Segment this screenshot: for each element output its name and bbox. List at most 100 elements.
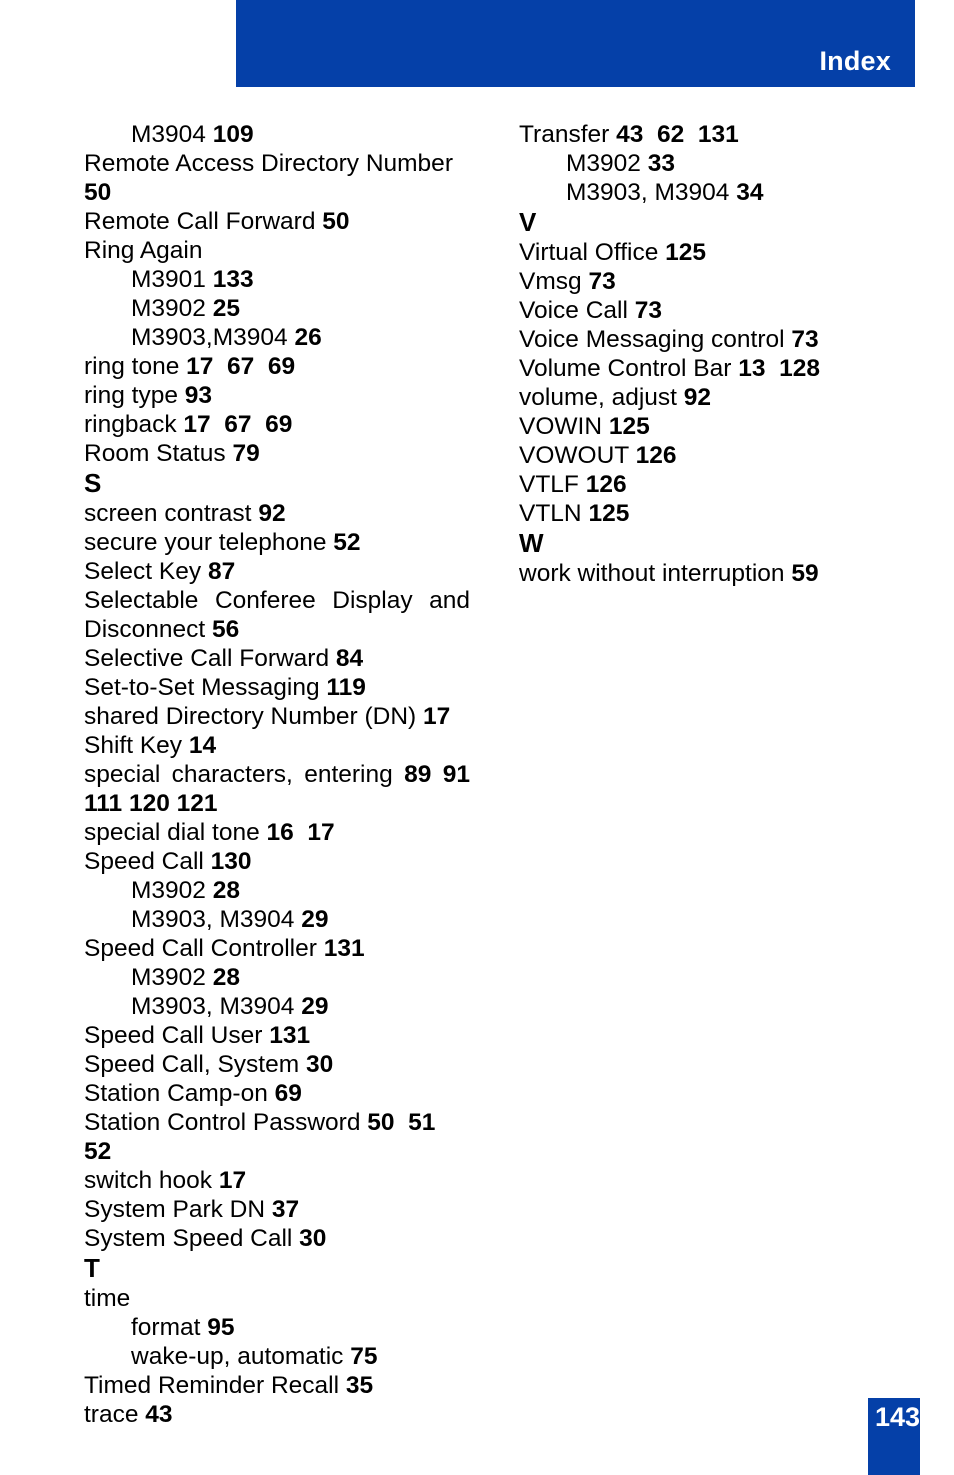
index-entry: VOWIN 125 <box>519 412 905 441</box>
index-subentry: M3903, M3904 29 <box>84 992 470 1021</box>
index-entry-label: ring type <box>84 382 185 409</box>
index-entry: Vmsg 73 <box>519 267 905 296</box>
index-entry-pages: 119 <box>326 674 366 701</box>
index-entry-label: work without interruption <box>519 560 792 587</box>
index-subentry: M3902 28 <box>84 876 470 905</box>
index-entry-pages: 43 <box>145 1401 173 1428</box>
index-entry-pages: 92 <box>258 500 286 527</box>
index-entry: Remote Access Directory Number 50 <box>84 149 470 207</box>
index-entry-pages: 50 <box>322 208 350 235</box>
index-entry-pages: 133 <box>212 266 254 293</box>
index-column-left: M3904 109 Remote Access Directory Number … <box>84 120 470 1429</box>
index-entry-pages: 92 <box>683 384 712 411</box>
index-subentry: format 95 <box>84 1313 470 1342</box>
index-entry: switch hook 17 <box>84 1166 470 1195</box>
index-subentry: M3903,M3904 26 <box>84 323 470 352</box>
index-entry-label: volume, adjust <box>519 384 684 411</box>
index-letter-heading: T <box>84 1253 100 1283</box>
index-subentry: M3903, M3904 29 <box>84 905 470 934</box>
index-entry: Select Key 87 <box>84 557 470 586</box>
index-entry: System Speed Call 30 <box>84 1224 470 1253</box>
index-entry: secure your telephone 52 <box>84 528 470 557</box>
index-entry-pages: 17 <box>218 1167 247 1194</box>
index-entry-label: M3903, M3904 <box>131 993 302 1020</box>
index-entry: System Park DN 37 <box>84 1195 470 1224</box>
index-entry: Room Status 79 <box>84 439 470 468</box>
index-entry-label: Station Control Password <box>84 1109 368 1136</box>
index-entry: Shift Key 14 <box>84 731 470 760</box>
index-entry-label: switch hook <box>84 1167 219 1194</box>
index-entry-pages: 59 <box>791 560 819 587</box>
index-entry-pages: 95 <box>207 1314 235 1341</box>
index-entry-label: Timed Reminder Recall <box>84 1372 346 1399</box>
index-subentry: M3902 33 <box>519 149 905 178</box>
index-entry-pages: 29 <box>301 906 329 933</box>
index-entry-label: M3902 <box>131 295 213 322</box>
index-entry-pages: 56 <box>212 616 240 643</box>
index-entry-label: time <box>84 1285 131 1312</box>
index-entry: Remote Call Forward 50 <box>84 207 470 236</box>
index-entry-pages: 30 <box>299 1225 327 1252</box>
index-entry-pages: 34 <box>736 179 764 206</box>
index-letter-heading: S <box>84 468 102 498</box>
index-entry-pages: 14 <box>188 732 217 759</box>
index-entry-label: Speed Call <box>84 848 211 875</box>
index-entry-label: Remote Access Directory Number <box>84 150 460 177</box>
index-entry-label: M3902 <box>131 964 213 991</box>
index-letter-heading: W <box>519 528 544 558</box>
index-entry-label: M3904 <box>131 121 213 148</box>
index-entry-pages: 125 <box>665 239 707 266</box>
index-entry-label: format <box>131 1314 208 1341</box>
index-entry: Transfer 43 62 131 <box>519 120 905 149</box>
index-entry-label: M3903, M3904 <box>131 906 302 933</box>
index-entry-label: trace <box>84 1401 146 1428</box>
index-entry-label: System Speed Call <box>84 1225 300 1252</box>
index-entry-label: Voice Messaging control <box>519 326 792 353</box>
index-entry-label: shared Directory Number (DN) <box>84 703 423 730</box>
index-subentry: M3904 109 <box>84 120 470 149</box>
index-entry-pages: 109 <box>212 121 254 148</box>
index-entry: Volume Control Bar 13 128 <box>519 354 905 383</box>
index-entry-pages: 33 <box>647 150 675 177</box>
index-entry: VTLN 125 <box>519 499 905 528</box>
index-entry-pages: 13 128 <box>738 355 820 382</box>
index-entry-pages: 84 <box>335 645 364 672</box>
index-entry-label: Room Status <box>84 440 233 467</box>
index-entry-pages: 125 <box>608 413 650 440</box>
index-entry-pages: 17 <box>423 703 451 730</box>
index-entry: trace 43 <box>84 1400 470 1429</box>
page-number-badge: 143 <box>868 1398 920 1475</box>
index-column-right: Transfer 43 62 131 M3902 33 M3903, M3904 3… <box>519 120 905 588</box>
index-page: Index M3904 109 Remote Access Directory N… <box>0 0 954 1475</box>
index-entry-label: Vmsg <box>519 268 589 295</box>
index-entry: special dial tone 16 17 <box>84 818 470 847</box>
index-entry-pages: 73 <box>634 297 663 324</box>
index-entry-label: M3902 <box>566 150 648 177</box>
index-entry-pages: 26 <box>294 324 322 351</box>
index-entry-label: VTLN <box>519 500 589 527</box>
index-entry-label: ringback <box>84 411 184 438</box>
index-entry: VOWOUT 126 <box>519 441 905 470</box>
index-entry-pages: 87 <box>207 558 236 585</box>
index-entry: Selectable Conferee Display and Disconne… <box>84 586 470 644</box>
index-entry-label: Select Key <box>84 558 208 585</box>
index-entry-pages: 35 <box>345 1372 374 1399</box>
index-subentry: M3901 133 <box>84 265 470 294</box>
index-entry-label: M3901 <box>131 266 213 293</box>
index-entry-label: VOWOUT <box>519 442 636 469</box>
index-entry-label: ring tone <box>84 353 187 380</box>
index-entry-label: Selectable Conferee Display and Disconne… <box>84 587 470 643</box>
index-entry-pages: 17 67 69 <box>186 353 296 380</box>
index-entry-label: Selective Call Forward <box>84 645 336 672</box>
index-entry-pages: 28 <box>212 877 240 904</box>
index-entry: Timed Reminder Recall 35 <box>84 1371 470 1400</box>
index-entry-pages: 17 67 69 <box>183 411 293 438</box>
index-entry: Voice Call 73 <box>519 296 905 325</box>
index-entry-label: Remote Call Forward <box>84 208 323 235</box>
index-entry-label: Speed Call, System <box>84 1051 306 1078</box>
index-entry-pages: 79 <box>232 440 260 467</box>
index-entry-pages: 126 <box>635 442 677 469</box>
index-entry-pages: 131 <box>323 935 365 962</box>
index-entry-label: wake-up, automatic <box>131 1343 351 1370</box>
index-entry-pages: 73 <box>588 268 616 295</box>
